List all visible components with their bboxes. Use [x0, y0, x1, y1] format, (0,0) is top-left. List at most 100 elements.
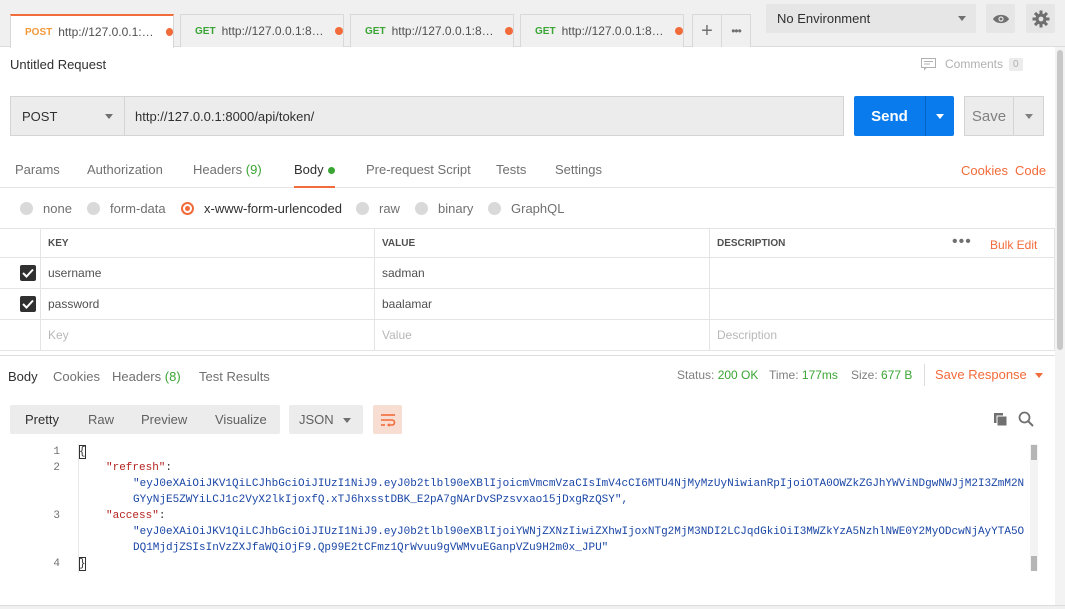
- request-tab-1[interactable]: POST http://127.0.0.1:800...: [10, 14, 174, 48]
- body-type-urlencoded[interactable]: x-www-form-urlencoded: [181, 201, 342, 216]
- request-config-tabs: Params Authorization Headers (9) Body Pr…: [0, 152, 1055, 188]
- response-language-label: JSON: [299, 412, 334, 427]
- active-dot-icon: [327, 167, 335, 175]
- body-type-graphql[interactable]: GraphQL: [488, 201, 564, 216]
- code-link[interactable]: Code: [1015, 163, 1046, 178]
- column-header-key: KEY: [40, 229, 374, 257]
- comment-icon: [921, 57, 936, 70]
- new-tab-button[interactable]: +: [692, 14, 722, 47]
- tab-headers[interactable]: Headers (9): [193, 162, 262, 188]
- checkmark-icon: [22, 268, 34, 278]
- tab-label: Headers: [193, 162, 243, 177]
- save-response-button[interactable]: Save Response: [935, 367, 1043, 382]
- radio-icon: [20, 202, 33, 215]
- value-cell[interactable]: sadman: [374, 258, 709, 288]
- body-type-none[interactable]: none: [20, 201, 72, 216]
- request-tab-url: http://127.0.0.1:8000: [221, 24, 330, 38]
- request-tab-strip: POST http://127.0.0.1:800... GET http://…: [0, 0, 1065, 48]
- search-response-button[interactable]: [1017, 410, 1035, 428]
- request-tab-2[interactable]: GET http://127.0.0.1:8000: [180, 14, 344, 47]
- radio-icon: [356, 202, 369, 215]
- tab-params[interactable]: Params: [15, 162, 60, 188]
- request-tab-4[interactable]: GET http://127.0.0.1:8000...: [520, 14, 684, 47]
- status-value: 200 OK: [717, 368, 759, 382]
- radio-label: raw: [379, 201, 400, 216]
- request-tab-3[interactable]: GET http://127.0.0.1:8000...: [350, 14, 514, 47]
- view-raw-button[interactable]: Raw: [88, 412, 114, 427]
- tab-authorization[interactable]: Authorization: [87, 162, 163, 188]
- save-options-button[interactable]: [1014, 96, 1044, 136]
- environment-quick-look-button[interactable]: [986, 4, 1015, 33]
- json-key-access-text: "access": [106, 510, 159, 522]
- unsaved-dot-icon: [675, 27, 683, 35]
- code-scrollbar[interactable]: [1030, 444, 1038, 570]
- tab-label: Tests: [496, 162, 527, 177]
- tab-prerequest-script[interactable]: Pre-request Script: [366, 162, 471, 188]
- response-body-viewer[interactable]: 1 2 3 4 { "refresh": "eyJ0eXAiOiJKV1QiLC…: [0, 444, 1044, 574]
- radio-icon: [415, 202, 428, 215]
- line-number: 1: [53, 446, 60, 458]
- save-button[interactable]: Save: [964, 96, 1014, 136]
- body-type-form-data[interactable]: form-data: [87, 201, 166, 216]
- main-scrollbar-thumb[interactable]: [1057, 50, 1063, 350]
- key-cell[interactable]: password: [40, 289, 374, 319]
- response-header-bar: Body Cookies Headers (8) Test Results St…: [0, 355, 1055, 395]
- http-method-select[interactable]: POST: [10, 96, 125, 136]
- more-dots-icon[interactable]: •••: [952, 234, 972, 250]
- tab-settings[interactable]: Settings: [555, 162, 602, 188]
- body-type-raw[interactable]: raw: [356, 201, 400, 216]
- url-input[interactable]: [125, 96, 844, 136]
- view-pretty-button[interactable]: Pretty: [25, 412, 59, 427]
- request-title[interactable]: Untitled Request: [10, 57, 106, 72]
- response-tab-body[interactable]: Body: [8, 369, 38, 384]
- tab-options-button[interactable]: •••: [721, 14, 751, 47]
- send-button[interactable]: Send: [854, 96, 925, 136]
- code-scrollbar-thumb[interactable]: [1031, 445, 1037, 460]
- view-visualize-button[interactable]: Visualize: [215, 412, 267, 427]
- request-tab-method: GET: [195, 25, 216, 37]
- unsaved-dot-icon: [335, 27, 343, 35]
- send-options-button[interactable]: [925, 96, 954, 136]
- radio-label: GraphQL: [511, 201, 565, 216]
- key-placeholder[interactable]: Key: [40, 320, 374, 350]
- description-cell[interactable]: [709, 289, 1055, 319]
- tab-label: Body: [294, 162, 324, 177]
- response-tab-cookies[interactable]: Cookies: [53, 369, 100, 384]
- response-view-switcher: Pretty Raw Preview Visualize: [10, 405, 280, 434]
- size-readout: Size: 677 B: [851, 368, 912, 382]
- wrap-lines-button[interactable]: [373, 405, 402, 434]
- view-preview-button[interactable]: Preview: [141, 412, 187, 427]
- description-placeholder[interactable]: Description: [709, 320, 1055, 350]
- row-checkbox[interactable]: [20, 296, 36, 312]
- unsaved-dot-icon: [505, 27, 513, 35]
- radio-icon: [488, 202, 501, 215]
- response-tab-headers[interactable]: Headers (8): [112, 369, 181, 384]
- gutter-divider: [78, 444, 79, 573]
- response-language-select[interactable]: JSON: [289, 405, 363, 434]
- row-checkbox[interactable]: [20, 265, 36, 281]
- chevron-down-icon: [936, 113, 944, 119]
- json-value-refresh-2: GYyNjE5ZWYiLCJ1c2VyX2lkIjoxfQ.xTJ6hxsstD…: [133, 494, 629, 506]
- environment-select[interactable]: No Environment: [766, 4, 976, 33]
- response-tab-test-results[interactable]: Test Results: [199, 369, 270, 384]
- tab-tests[interactable]: Tests: [496, 162, 526, 188]
- body-type-binary[interactable]: binary: [415, 201, 473, 216]
- radio-label: none: [43, 201, 72, 216]
- value-cell[interactable]: baalamar: [374, 289, 709, 319]
- comments-button[interactable]: Comments 0: [921, 57, 1023, 71]
- copy-response-button[interactable]: [991, 410, 1009, 428]
- request-tab-url: http://127.0.0.1:8000...: [561, 24, 669, 38]
- cookies-link[interactable]: Cookies: [961, 163, 1008, 178]
- json-value-access-2: DQ1MjdjZSIsInVzZXJfaWQiOjF9.Qp99E2tCFmz1…: [133, 542, 609, 554]
- code-scrollbar-thumb[interactable]: [1031, 556, 1037, 571]
- line-number: 2: [53, 462, 60, 474]
- radio-label: x-www-form-urlencoded: [204, 201, 342, 216]
- key-cell[interactable]: username: [40, 258, 374, 288]
- bulk-edit-link[interactable]: Bulk Edit: [990, 238, 1037, 252]
- value-placeholder[interactable]: Value: [374, 320, 709, 350]
- tab-body[interactable]: Body: [294, 162, 335, 188]
- description-cell[interactable]: [709, 258, 1055, 288]
- manage-environments-button[interactable]: [1026, 4, 1055, 33]
- request-tab-url: http://127.0.0.1:8000...: [391, 24, 499, 38]
- size-value: 677 B: [881, 368, 913, 382]
